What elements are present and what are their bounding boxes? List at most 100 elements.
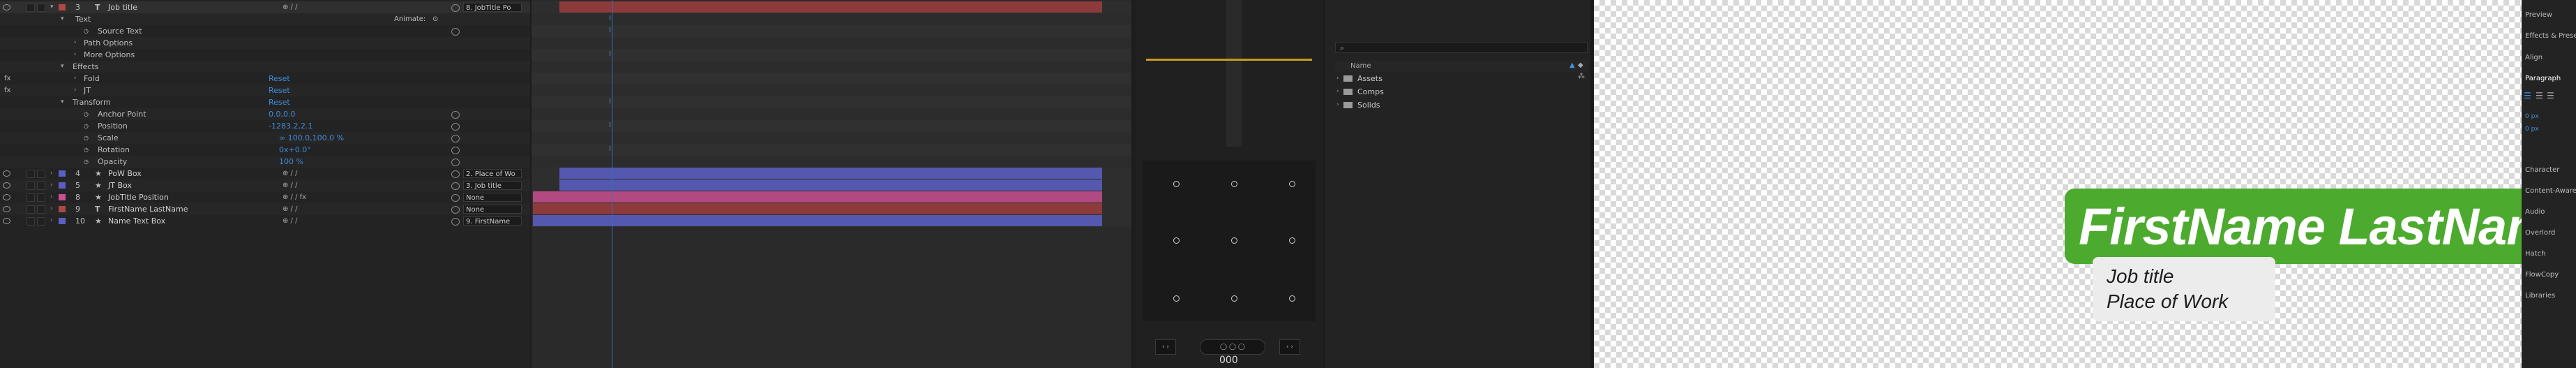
panel-tab-preview[interactable]: Preview <box>2525 11 2552 19</box>
anchor-point-icon[interactable] <box>1173 237 1180 244</box>
lock-switch[interactable] <box>37 3 45 12</box>
property-value[interactable]: -1283.2,2.1 <box>269 120 312 132</box>
layer-row[interactable]: › 4 ★ PoW Box ⊕ ∕ ∕ 2. Place of Wo <box>0 168 530 179</box>
vertical-slider-track[interactable] <box>1226 0 1242 147</box>
pickwhip-icon[interactable] <box>451 147 460 154</box>
panel-tab-character[interactable]: Character <box>2525 166 2559 174</box>
label-color-swatch[interactable] <box>59 4 66 10</box>
panel-tab-overlord[interactable]: Overlord <box>2525 229 2555 237</box>
anchor-point-icon[interactable] <box>1289 181 1295 187</box>
folder-name[interactable]: Assets <box>1357 73 1383 84</box>
scale-row[interactable]: ◷ Scale ∞ 100.0,100.0 % <box>0 132 530 144</box>
panel-tab-hatch[interactable]: Hatch <box>2525 250 2545 258</box>
lock-switch[interactable] <box>37 217 45 226</box>
collapse-triangle-icon[interactable]: › <box>74 84 77 96</box>
expand-triangle-icon[interactable]: ▾ <box>61 61 64 73</box>
collapse-triangle-icon[interactable]: › <box>50 179 53 191</box>
parent-dropdown[interactable]: None <box>463 193 522 202</box>
collapse-triangle-icon[interactable]: › <box>50 215 53 227</box>
stopwatch-icon[interactable]: ◷ <box>84 156 89 168</box>
path-options-row[interactable]: › Path Options <box>0 37 530 49</box>
panel-tab-align[interactable]: Align <box>2525 54 2543 61</box>
layer-row-selected[interactable]: ▾ 3 T Job title ⊕ ∕ ∕ 8. JobTitle Po <box>0 1 530 13</box>
sort-arrow-icon[interactable]: ▲ <box>1569 61 1575 69</box>
layer-switches[interactable]: ⊕ ∕ ∕ fx <box>283 191 306 203</box>
mode-toggle[interactable]: ◯ ◯ ◯ <box>1200 339 1265 355</box>
lock-switch[interactable] <box>37 182 45 190</box>
folder-name[interactable]: Comps <box>1357 86 1384 98</box>
layer-switches[interactable]: ⊕ ∕ ∕ <box>283 179 297 191</box>
stopwatch-icon[interactable]: ◷ <box>84 25 89 37</box>
solo-switch[interactable] <box>27 3 35 12</box>
layer-duration-bar[interactable] <box>533 203 1102 214</box>
composition-viewer[interactable]: FirstName LastName Job title Place of Wo… <box>1594 0 2522 368</box>
label-color-swatch[interactable] <box>59 170 66 177</box>
stopwatch-icon[interactable]: ◷ <box>84 108 89 120</box>
layer-name[interactable]: PoW Box <box>108 168 142 179</box>
expand-triangle-icon[interactable]: ▾ <box>61 96 64 108</box>
tag-icon[interactable]: ◆ <box>1578 61 1583 69</box>
reset-link[interactable]: Reset <box>269 73 290 84</box>
pickwhip-icon[interactable] <box>451 111 460 119</box>
layer-switches[interactable]: ⊕ ∕ ∕ <box>283 203 297 215</box>
anchor-point-icon[interactable] <box>1289 295 1295 302</box>
parent-dropdown[interactable]: 8. JobTitle Po <box>463 3 522 12</box>
panel-tab-paragraph[interactable]: Paragraph <box>2525 75 2561 82</box>
layer-duration-bar[interactable] <box>533 191 1102 203</box>
expand-triangle-icon[interactable]: ▾ <box>50 1 54 13</box>
property-value[interactable]: ∞ 100.0,100.0 % <box>279 132 344 144</box>
collapse-triangle-icon[interactable]: › <box>74 73 77 84</box>
position-row[interactable]: ◷ Position -1283.2,2.1 <box>0 120 530 132</box>
source-text-row[interactable]: ◷ Source Text <box>0 25 530 37</box>
layer-row[interactable]: › 8 ★ JobTitle Position ⊕ ∕ ∕ fx None <box>0 191 530 203</box>
visibility-eye-icon[interactable] <box>3 170 10 177</box>
collapse-triangle-icon[interactable]: › <box>74 49 77 61</box>
collapse-triangle-icon[interactable]: › <box>74 37 77 49</box>
rotation-row[interactable]: ◷ Rotation 0x+0.0° <box>0 144 530 156</box>
layer-switches[interactable]: ⊕ ∕ ∕ <box>283 1 297 13</box>
layer-switches[interactable]: ⊕ ∕ ∕ <box>283 215 297 227</box>
pickwhip-icon[interactable] <box>451 123 460 131</box>
visibility-eye-icon[interactable] <box>3 182 10 189</box>
effects-group-row[interactable]: ▾ Effects <box>0 61 530 73</box>
visibility-eye-icon[interactable] <box>3 206 10 212</box>
text-group-row[interactable]: ▾ Text Animate: ⊙ <box>0 13 530 25</box>
animate-arrow-icon[interactable]: ⊙ <box>432 13 438 25</box>
anchor-point-icon[interactable] <box>1231 295 1237 302</box>
collapse-triangle-icon[interactable]: › <box>50 191 53 203</box>
prev-button[interactable]: ‹ › <box>1155 339 1176 355</box>
visibility-eye-icon[interactable] <box>3 194 10 200</box>
parent-pickwhip-icon[interactable] <box>451 206 460 214</box>
project-folder[interactable]: › Assets <box>1335 73 1565 84</box>
layer-duration-bar[interactable] <box>533 215 1102 226</box>
expand-triangle-icon[interactable]: ▾ <box>61 13 64 25</box>
panel-tab-effects-presets[interactable]: Effects & Presets <box>2525 32 2576 40</box>
anchor-point-icon[interactable] <box>1289 237 1295 244</box>
animate-menu[interactable]: Animate: <box>394 13 425 25</box>
pickwhip-icon[interactable] <box>451 28 460 36</box>
label-color-swatch[interactable] <box>59 182 66 189</box>
label-color-swatch[interactable] <box>59 218 66 224</box>
visibility-eye-icon[interactable] <box>3 4 10 10</box>
lock-switch[interactable] <box>37 205 45 214</box>
anchor-point-icon[interactable] <box>1173 181 1180 187</box>
solo-switch[interactable] <box>27 217 35 226</box>
fx-icon[interactable]: fx <box>4 84 10 96</box>
space-value[interactable]: 0 px <box>2525 126 2539 133</box>
panel-tab-audio[interactable]: Audio <box>2525 208 2545 216</box>
fx-icon[interactable]: fx <box>4 73 10 84</box>
parent-pickwhip-icon[interactable] <box>451 194 460 202</box>
layer-name[interactable]: Job title <box>108 1 137 13</box>
parent-pickwhip-icon[interactable] <box>451 218 460 226</box>
solo-switch[interactable] <box>27 193 35 202</box>
anchor-point-icon[interactable] <box>1173 295 1180 302</box>
layer-duration-bar[interactable] <box>559 179 1102 191</box>
parent-dropdown[interactable]: 9. FirstName <box>463 216 522 226</box>
name-text[interactable]: FirstName LastName <box>2079 197 2522 256</box>
align-left-icon[interactable]: ☰ <box>2524 91 2531 101</box>
effect-row-fold[interactable]: fx › Fold Reset <box>0 73 530 84</box>
next-button[interactable]: ‹ › <box>1279 339 1300 355</box>
stopwatch-icon[interactable]: ◷ <box>84 120 89 132</box>
collapse-triangle-icon[interactable]: › <box>50 168 53 179</box>
layer-name[interactable]: FirstName LastName <box>108 203 188 215</box>
